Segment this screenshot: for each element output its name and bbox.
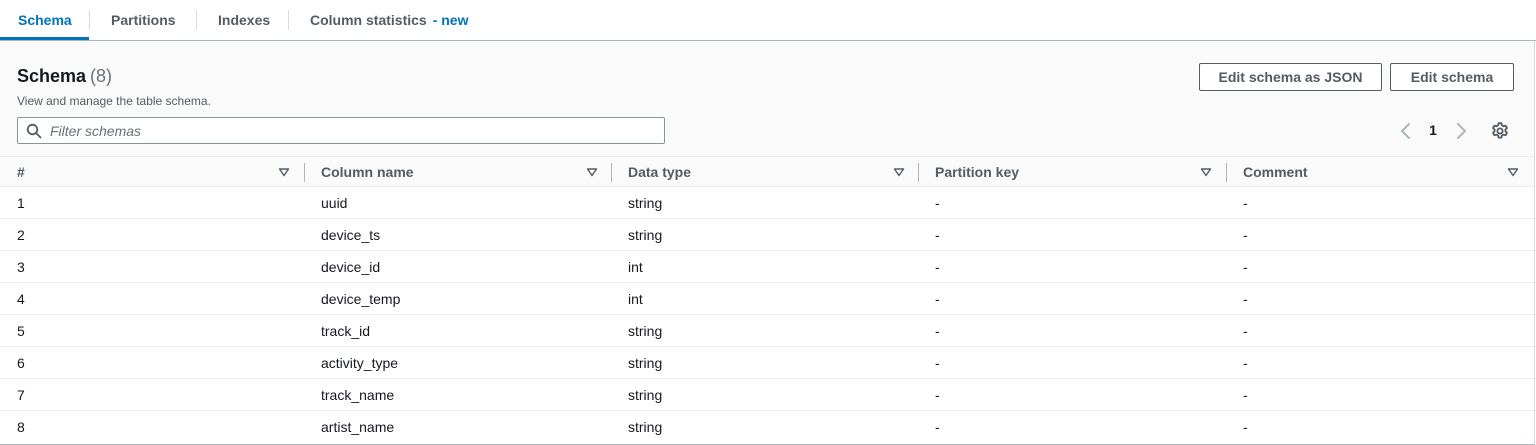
tab-bar: Schema Partitions Indexes Column statist… (0, 0, 1536, 41)
column-resizer[interactable] (611, 163, 612, 182)
cell-number: 4 (17, 291, 25, 307)
cell-column-name: activity_type (321, 355, 399, 371)
table-row: 1 uuid string - - (0, 187, 1534, 219)
cell-comment: - (1243, 419, 1248, 435)
cell-data-type: int (628, 291, 643, 307)
caret-down-icon[interactable] (278, 166, 290, 178)
filter-schemas-input[interactable] (50, 120, 650, 141)
column-header-comment: Comment (1243, 164, 1308, 180)
cell-column-name: artist_name (321, 419, 395, 435)
chevron-right-icon[interactable] (1452, 121, 1470, 141)
tab-divider (89, 10, 90, 30)
cell-partition-key: - (935, 387, 940, 403)
schema-title: Schema (17, 66, 87, 86)
schema-panel: Schema (8) View and manage the table sche… (0, 41, 1535, 445)
cell-partition-key: - (935, 291, 940, 307)
cell-comment: - (1243, 259, 1248, 275)
cell-partition-key: - (935, 195, 940, 211)
active-tab-indicator (0, 37, 89, 40)
edit-schema-button[interactable]: Edit schema (1390, 63, 1514, 91)
cell-comment: - (1243, 195, 1248, 211)
cell-data-type: string (628, 419, 663, 435)
cell-number: 8 (17, 419, 25, 435)
table-header: # Column name Data type Partition key Co… (0, 156, 1534, 187)
current-page-number[interactable]: 1 (1426, 122, 1440, 140)
edit-schema-as-json-button[interactable]: Edit schema as JSON (1199, 63, 1382, 91)
cell-comment: - (1243, 291, 1248, 307)
search-icon (26, 123, 42, 139)
cell-number: 2 (17, 227, 25, 243)
tab-divider (196, 10, 197, 30)
table-row: 7 track_name string - - (0, 379, 1534, 411)
cell-column-name: track_id (321, 323, 371, 339)
cell-number: 3 (17, 259, 25, 275)
cell-column-name: device_ts (321, 227, 381, 243)
column-resizer[interactable] (304, 163, 305, 182)
cell-number: 5 (17, 323, 25, 339)
cell-data-type: string (628, 387, 663, 403)
cell-column-name: uuid (321, 195, 348, 211)
column-header-number: # (17, 164, 25, 180)
cell-partition-key: - (935, 227, 940, 243)
cell-partition-key: - (935, 355, 940, 371)
caret-down-icon[interactable] (893, 166, 905, 178)
table-row: 8 artist_name string - - (0, 411, 1534, 443)
cell-comment: - (1243, 227, 1248, 243)
cell-comment: - (1243, 387, 1248, 403)
cell-data-type: string (628, 355, 663, 371)
cell-column-name: track_name (321, 387, 395, 403)
cell-data-type: string (628, 227, 663, 243)
cell-partition-key: - (935, 259, 940, 275)
tab-schema[interactable]: Schema (18, 0, 72, 40)
tab-indexes[interactable]: Indexes (218, 0, 270, 40)
cell-comment: - (1243, 355, 1248, 371)
table-row: 4 device_temp int - - (0, 283, 1534, 315)
cell-comment: - (1243, 323, 1248, 339)
gear-icon[interactable] (1490, 121, 1510, 141)
cell-column-name: device_id (321, 259, 381, 275)
tab-column-statistics-label: Column statistics (310, 12, 427, 28)
tab-column-statistics[interactable]: Column statistics - new (310, 0, 468, 40)
cell-column-name: device_temp (321, 291, 401, 307)
tab-partitions[interactable]: Partitions (111, 0, 176, 40)
table-row: 5 track_id string - - (0, 315, 1534, 347)
column-header-data-type: Data type (628, 164, 692, 180)
table-row: 3 device_id int - - (0, 251, 1534, 283)
table-row: 2 device_ts string - - (0, 219, 1534, 251)
caret-down-icon[interactable] (586, 166, 598, 178)
tab-divider (288, 10, 289, 30)
caret-down-icon[interactable] (1507, 166, 1519, 178)
schema-count: (8) (90, 66, 113, 86)
page-title: Schema (8) (17, 66, 112, 87)
panel-header: Schema (8) View and manage the table sche… (0, 41, 1534, 156)
cell-number: 7 (17, 387, 25, 403)
cell-data-type: string (628, 323, 663, 339)
cell-data-type: int (628, 259, 643, 275)
cell-data-type: string (628, 195, 663, 211)
filter-schemas-search (17, 117, 665, 144)
column-header-partition-key: Partition key (935, 164, 1020, 180)
column-resizer[interactable] (918, 163, 919, 182)
cell-number: 1 (17, 195, 25, 211)
cell-partition-key: - (935, 323, 940, 339)
cell-number: 6 (17, 355, 25, 371)
table-row: 6 activity_type string - - (0, 347, 1534, 379)
caret-down-icon[interactable] (1200, 166, 1212, 178)
column-resizer[interactable] (1226, 163, 1227, 182)
column-header-column-name: Column name (321, 164, 414, 180)
chevron-left-icon[interactable] (1397, 121, 1415, 141)
cell-partition-key: - (935, 419, 940, 435)
new-badge: - new (432, 12, 469, 28)
panel-description: View and manage the table schema. (17, 94, 211, 108)
